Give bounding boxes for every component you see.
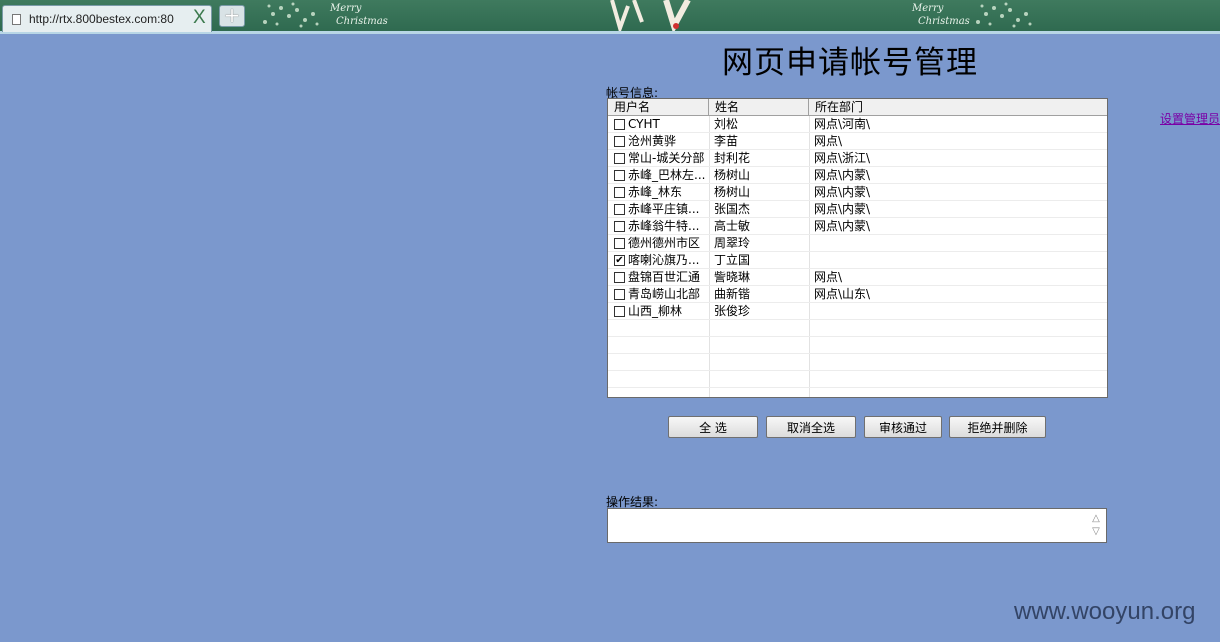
decoration-text: Christmas [918,16,970,27]
row-checkbox[interactable] [614,170,625,181]
cell-name: 高士敏 [714,219,751,233]
watermark: www.wooyun.org [1014,598,1196,625]
account-list[interactable]: 用户名 姓名 所在部门 CYHT 刘松 网点\河南\ 沧州黄骅 李苗 网点\ 常山-城关分部… [607,98,1108,398]
cell-name: 杨树山 [714,168,751,182]
row-checkbox[interactable] [614,306,625,317]
table-row[interactable]: 常山-城关分部 封利花 网点\浙江\ [608,150,1107,167]
table-row[interactable]: 山西_柳林 张俊珍 [608,303,1107,320]
cell-department: 网点\山东\ [814,287,871,301]
decoration-text: Merry [330,3,362,14]
empty-row [608,337,1107,354]
result-textarea[interactable]: △ ▽ [607,508,1107,543]
cell-name: 张国杰 [714,202,751,216]
row-checkbox[interactable] [614,136,625,147]
cell-department [814,235,1104,251]
tree-decoration-right [976,2,1032,28]
tree-decoration-left [263,2,319,28]
table-row[interactable]: ✔ 喀喇沁旗乃... 丁立国 [608,252,1107,269]
column-header-username[interactable]: 用户名 [608,99,709,115]
cell-name: 封利花 [714,151,751,165]
cell-name: 丁立国 [714,253,751,267]
cell-department: 网点\内蒙\ [814,185,871,199]
cell-department: 网点\河南\ [814,117,871,131]
cell-username: 赤峰平庄镇... [628,202,700,216]
cell-username: 赤峰_林东 [628,185,683,199]
page-icon [12,14,21,25]
cell-name: 刘松 [714,117,739,131]
table-row[interactable]: 德州德州市区 周翠玲 [608,235,1107,252]
cell-name: 杨树山 [714,185,751,199]
table-row[interactable]: CYHT 刘松 网点\河南\ [608,116,1107,133]
cell-name: 曲新锴 [714,287,751,301]
row-checkbox[interactable] [614,272,625,283]
cell-username: 德州德州市区 [628,236,701,250]
set-admin-link[interactable]: 设置管理员 [1160,110,1220,127]
empty-row [608,354,1107,371]
cell-department: 网点\内蒙\ [814,219,871,233]
cell-name: 张俊珍 [714,304,751,318]
cell-username: 赤峰翁牛特... [628,219,700,233]
table-row[interactable]: 青岛崂山北部 曲新锴 网点\山东\ [608,286,1107,303]
empty-row [608,388,1107,397]
reindeer-decoration [610,0,691,31]
cell-username: 盘锦百世汇通 [628,270,701,284]
table-row[interactable]: 赤峰_林东 杨树山 网点\内蒙\ [608,184,1107,201]
row-checkbox[interactable] [614,238,625,249]
cell-username: 沧州黄骅 [628,134,677,148]
table-row[interactable]: 盘锦百世汇通 訾晓琳 网点\ [608,269,1107,286]
cell-department: 网点\ [814,134,843,148]
cell-name: 訾晓琳 [714,270,751,284]
table-row[interactable]: 赤峰_巴林左... 杨树山 网点\内蒙\ [608,167,1107,184]
tab-url: http://rtx.800bestex.com:80 [29,12,174,26]
reject-delete-button[interactable]: 拒绝并删除 [949,416,1046,438]
cell-username: 喀喇沁旗乃... [628,253,700,267]
page-title: 网页申请帐号管理 [722,45,978,81]
decoration-text: Christmas [336,16,388,27]
column-header-department[interactable]: 所在部门 [809,99,1107,115]
row-checkbox[interactable] [614,153,625,164]
scroll-up-icon[interactable]: △ [1090,512,1102,525]
table-row[interactable]: 沧州黄骅 李苗 网点\ [608,133,1107,150]
cell-username: CYHT [628,117,660,131]
browser-tab-strip: Merry Christmas Merry Christmas http://r… [0,0,1220,34]
cell-username: 赤峰_巴林左... [628,168,706,182]
cell-name: 周翠玲 [714,236,751,250]
cell-username: 青岛崂山北部 [628,287,701,301]
cell-username: 常山-城关分部 [628,151,705,165]
deselect-all-button[interactable]: 取消全选 [766,416,856,438]
row-checkbox[interactable] [614,119,625,130]
new-tab-button[interactable]: + [219,5,245,27]
table-row[interactable]: 赤峰平庄镇... 张国杰 网点\内蒙\ [608,201,1107,218]
row-checkbox[interactable] [614,221,625,232]
cell-name: 李苗 [714,134,739,148]
row-checkbox[interactable] [614,187,625,198]
decoration-text: Merry [912,3,944,14]
approve-button[interactable]: 审核通过 [864,416,942,438]
cell-department: 网点\内蒙\ [814,168,871,182]
row-checkbox[interactable] [614,204,625,215]
column-header-name[interactable]: 姓名 [709,99,809,115]
select-all-button[interactable]: 全 选 [668,416,758,438]
empty-row [608,371,1107,388]
row-checkbox[interactable]: ✔ [614,255,625,266]
textarea-scroll-arrows[interactable]: △ ▽ [1090,512,1102,538]
cell-department: 网点\浙江\ [814,151,871,165]
close-tab-icon[interactable]: X [193,7,206,29]
cell-department [814,303,1104,319]
row-checkbox[interactable] [614,289,625,300]
empty-row [608,320,1107,337]
list-header: 用户名 姓名 所在部门 [608,99,1107,116]
scroll-down-icon[interactable]: ▽ [1090,525,1102,538]
table-row[interactable]: 赤峰翁牛特... 高士敏 网点\内蒙\ [608,218,1107,235]
cell-username: 山西_柳林 [628,304,683,318]
cell-department: 网点\ [814,270,843,284]
browser-tab[interactable]: http://rtx.800bestex.com:80 X [2,5,212,32]
cell-department: 网点\内蒙\ [814,202,871,216]
cell-department [814,252,1104,268]
